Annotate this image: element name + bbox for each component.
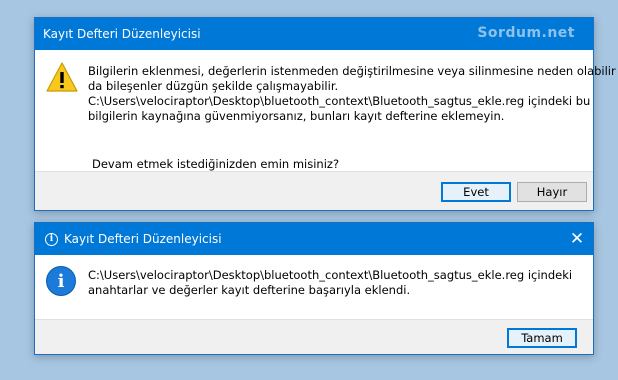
warning-message: Bilgilerin eklenmesi, değerlerin istenme…	[88, 64, 618, 124]
info-dialog-footer: Tamam	[35, 319, 593, 354]
warning-message-line: C:\Users\velociraptor\Desktop\bluetooth_…	[88, 94, 591, 108]
yes-button[interactable]: Evet	[441, 182, 511, 202]
info-message: C:\Users\velociraptor\Desktop\bluetooth_…	[88, 268, 583, 298]
warning-message-line: Bilgilerin eklenmesi, değerlerin istenme…	[88, 64, 618, 78]
warning-dialog-footer: Evet Hayır	[35, 171, 593, 210]
warning-dialog-body: Bilgilerin eklenmesi, değerlerin istenme…	[35, 50, 618, 171]
ok-button[interactable]: Tamam	[507, 328, 577, 348]
info-message-line: anahtarlar ve değerler kayıt defterine b…	[88, 283, 411, 297]
watermark: Sordum.net	[477, 25, 575, 41]
warning-message-line: bilgilerin kaynağına güvenmiyorsanız, bu…	[88, 109, 505, 123]
info-icon: i	[46, 266, 76, 296]
info-dialog-title: Kayıt Defteri Düzenleyicisi	[64, 232, 222, 246]
confirmation-question: Devam etmek istediğinizden emin misiniz?	[92, 157, 340, 171]
warning-message-line: da bileşenler düzgün şekilde çalışmayabi…	[88, 79, 339, 93]
warning-dialog-titlebar[interactable]: Kayıt Defteri Düzenleyicisi Sordum.net	[35, 18, 593, 50]
no-button[interactable]: Hayır	[517, 182, 587, 202]
warning-dialog-title: Kayıt Defteri Düzenleyicisi	[43, 27, 201, 41]
info-dialog: i Kayıt Defteri Düzenleyicisi ✕ i C:\Use…	[34, 222, 594, 355]
close-button[interactable]: ✕	[561, 223, 593, 255]
warning-dialog: Kayıt Defteri Düzenleyicisi Sordum.net B…	[34, 17, 618, 211]
titlebar-info-icon: i	[45, 232, 58, 246]
info-dialog-titlebar[interactable]: i Kayıt Defteri Düzenleyicisi ✕	[35, 223, 593, 255]
info-message-line: C:\Users\velociraptor\Desktop\bluetooth_…	[88, 268, 573, 282]
warning-icon	[46, 62, 78, 92]
info-dialog-body: i C:\Users\velociraptor\Desktop\bluetoot…	[35, 255, 593, 318]
